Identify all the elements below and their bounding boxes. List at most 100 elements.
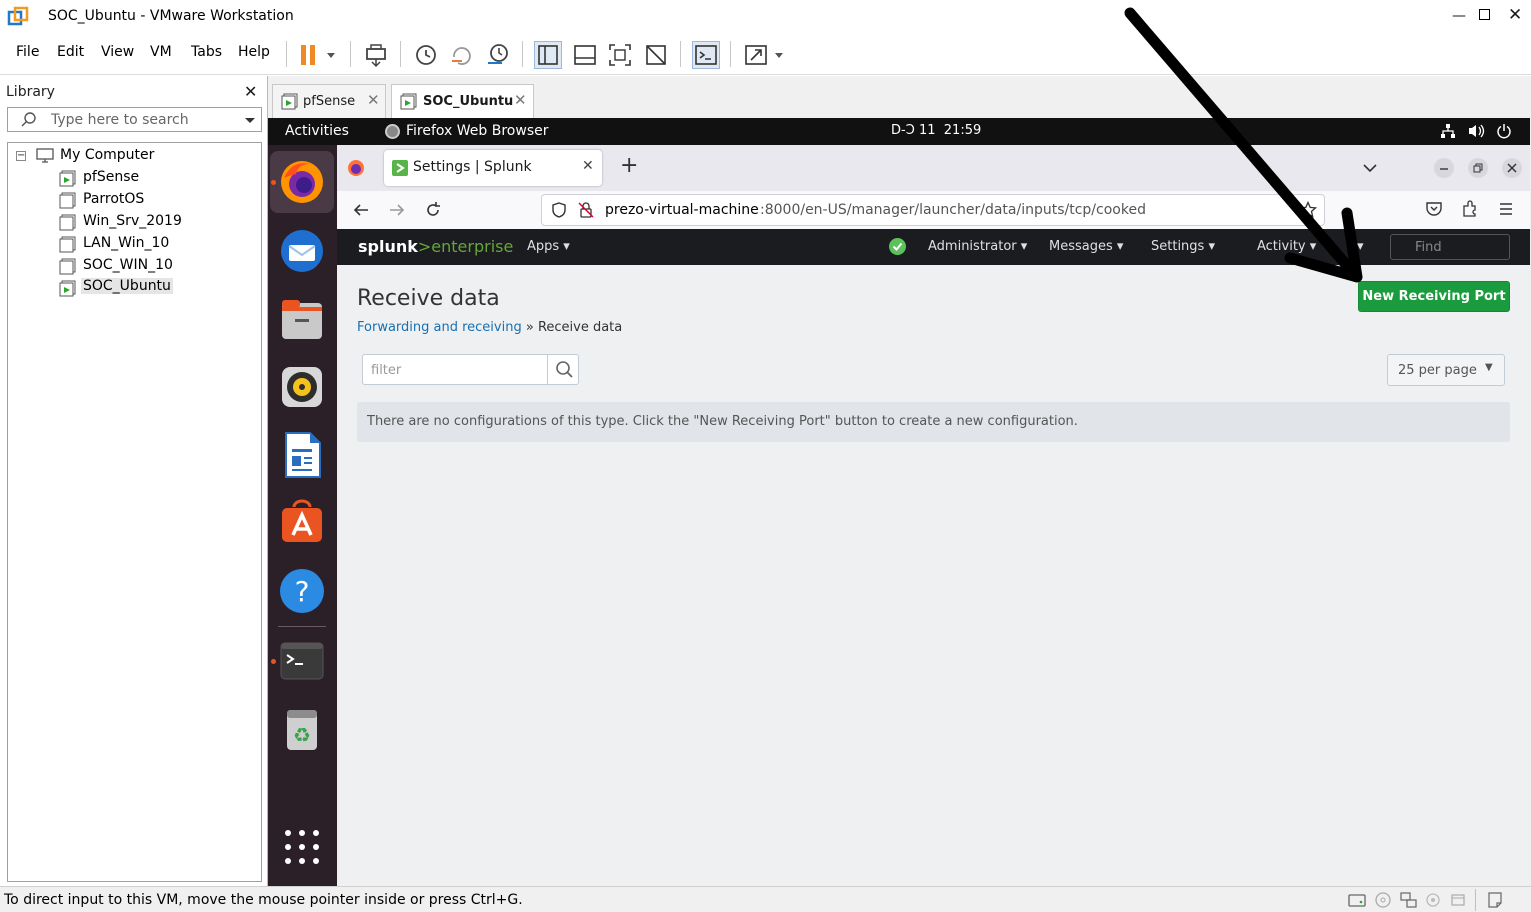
vm-tab-pfsense[interactable]: pfSense ✕ — [272, 84, 386, 118]
insecure-lock-icon[interactable] — [578, 202, 594, 218]
bookmark-star-icon[interactable] — [1299, 201, 1317, 219]
find-input[interactable]: Find — [1390, 234, 1510, 260]
tree-vm-win-srv-2019[interactable]: Win_Srv_2019 — [83, 213, 182, 229]
hard-disk-icon[interactable] — [1347, 891, 1367, 909]
network-icon[interactable] — [1440, 123, 1456, 139]
firefox-view-icon[interactable] — [347, 159, 365, 177]
message-log-icon[interactable] — [1486, 891, 1504, 909]
minimize-button[interactable]: — — [1452, 8, 1466, 24]
libreoffice-writer-icon[interactable] — [278, 431, 326, 479]
trash-icon[interactable]: ♻ — [278, 705, 326, 753]
close-tab-icon[interactable]: ✕ — [367, 91, 380, 109]
rhythmbox-icon[interactable] — [278, 363, 326, 411]
close-tab-icon[interactable]: ✕ — [514, 91, 527, 109]
help-icon[interactable]: ? — [278, 567, 326, 615]
pocket-icon[interactable] — [1425, 200, 1443, 218]
maximize-button[interactable] — [1479, 9, 1490, 20]
toolbar-separator — [286, 41, 287, 67]
menu-file[interactable]: File — [16, 44, 39, 60]
dock-separator — [278, 626, 326, 627]
app-menu[interactable]: Firefox Web Browser — [406, 123, 549, 139]
tree-my-computer[interactable]: My Computer — [60, 147, 154, 163]
show-apps-grid-icon[interactable] — [278, 823, 326, 871]
vm-tab-label: SOC_Ubuntu — [423, 94, 514, 109]
breadcrumb-forwarding-link[interactable]: Forwarding and receiving — [357, 320, 522, 335]
extensions-icon[interactable] — [1461, 200, 1479, 218]
hamburger-menu-icon[interactable] — [1497, 200, 1515, 218]
firefox-icon[interactable] — [278, 158, 326, 206]
show-library-icon[interactable] — [534, 41, 562, 69]
per-page-dropdown[interactable]: 25 per page ▼ — [1387, 354, 1505, 386]
pause-dropdown-icon[interactable] — [322, 41, 340, 69]
clock[interactable]: D-Ɔ 11 21:59 — [891, 123, 981, 138]
library-search-input[interactable]: Type here to search — [7, 107, 262, 132]
minimize-firefox-icon[interactable] — [1434, 158, 1454, 178]
stretch-dropdown-icon[interactable] — [770, 41, 788, 69]
tree-vm-pfsense[interactable]: pfSense — [83, 169, 139, 185]
pause-icon[interactable] — [296, 41, 324, 69]
usb-icon[interactable] — [1424, 891, 1442, 909]
revert-snapshot-icon[interactable] — [448, 41, 476, 69]
shield-icon[interactable] — [551, 202, 567, 218]
menu-help[interactable]: Help — [238, 44, 270, 60]
forward-icon[interactable] — [388, 201, 406, 219]
activity-menu[interactable]: Activity ▾ — [1257, 239, 1316, 254]
svg-text:?: ? — [295, 575, 310, 608]
back-icon[interactable] — [352, 201, 370, 219]
close-window-button[interactable]: ✕ — [1508, 5, 1522, 25]
empty-state-message: There are no configurations of this type… — [357, 402, 1510, 442]
collapse-icon[interactable]: − — [16, 151, 26, 161]
apps-menu[interactable]: Apps ▾ — [527, 239, 570, 254]
splunk-logo[interactable]: splunk>enterprise — [358, 237, 513, 256]
help-menu[interactable]: ▾ — [1357, 239, 1364, 254]
messages-menu[interactable]: Messages ▾ — [1049, 239, 1123, 254]
tree-vm-soc-win-10[interactable]: SOC_WIN_10 — [83, 257, 173, 273]
list-tabs-icon[interactable] — [1361, 159, 1379, 177]
filter-input[interactable]: filter — [362, 354, 579, 385]
close-library-icon[interactable]: ✕ — [244, 82, 257, 101]
search-dropdown-icon[interactable] — [243, 113, 257, 127]
send-ctrl-alt-del-icon[interactable] — [362, 41, 390, 69]
reload-icon[interactable] — [424, 201, 442, 219]
close-browser-tab-icon[interactable]: ✕ — [582, 158, 594, 174]
thunderbird-icon[interactable] — [278, 227, 326, 275]
breadcrumb: Forwarding and receiving » Receive data — [357, 320, 622, 335]
menu-edit[interactable]: Edit — [57, 44, 84, 60]
library-tree: − My Computer pfSense ParrotOS Win_Srv_2… — [7, 142, 262, 882]
new-tab-icon[interactable]: + — [620, 153, 638, 178]
console-view-icon[interactable] — [692, 41, 720, 69]
thumbnail-bar-icon[interactable] — [571, 41, 599, 69]
administrator-menu[interactable]: Administrator ▾ — [928, 239, 1027, 254]
snapshot-icon[interactable] — [412, 41, 440, 69]
tree-vm-parrotos[interactable]: ParrotOS — [83, 191, 144, 207]
volume-icon[interactable] — [1468, 123, 1485, 139]
filter-search-button[interactable] — [547, 354, 579, 385]
software-center-icon[interactable] — [278, 499, 326, 547]
restore-firefox-icon[interactable] — [1468, 158, 1488, 178]
page-title: Receive data — [357, 286, 500, 311]
browser-tab-settings[interactable]: Settings | Splunk ✕ — [384, 150, 602, 186]
full-screen-icon[interactable] — [606, 41, 634, 69]
files-icon[interactable] — [278, 295, 326, 343]
status-text: To direct input to this VM, move the mou… — [4, 892, 523, 908]
tree-vm-lan-win-10[interactable]: LAN_Win_10 — [83, 235, 169, 251]
unity-icon[interactable] — [642, 41, 670, 69]
vm-tab-soc-ubuntu[interactable]: SOC_Ubuntu ✕ — [391, 84, 534, 118]
menu-tabs[interactable]: Tabs — [191, 44, 222, 60]
settings-menu[interactable]: Settings ▾ — [1151, 239, 1215, 254]
printer-icon[interactable] — [1449, 891, 1467, 909]
close-firefox-icon[interactable] — [1502, 158, 1522, 178]
new-receiving-port-button[interactable]: New Receiving Port — [1358, 281, 1510, 312]
url-bar[interactable]: prezo-virtual-machine :8000/en-US/manage… — [541, 194, 1325, 226]
menu-view[interactable]: View — [101, 44, 134, 60]
menu-vm[interactable]: VM — [150, 44, 172, 60]
snapshot-manager-icon[interactable] — [484, 41, 512, 69]
tree-vm-soc-ubuntu[interactable]: SOC_Ubuntu — [81, 278, 173, 294]
health-status-icon[interactable] — [889, 238, 906, 255]
cd-dvd-icon[interactable] — [1374, 891, 1392, 909]
stretch-guest-icon[interactable] — [742, 41, 770, 69]
power-icon[interactable] — [1496, 123, 1512, 139]
terminal-icon[interactable] — [278, 637, 326, 685]
activities-button[interactable]: Activities — [285, 123, 349, 139]
network-adapter-icon[interactable] — [1399, 891, 1419, 909]
